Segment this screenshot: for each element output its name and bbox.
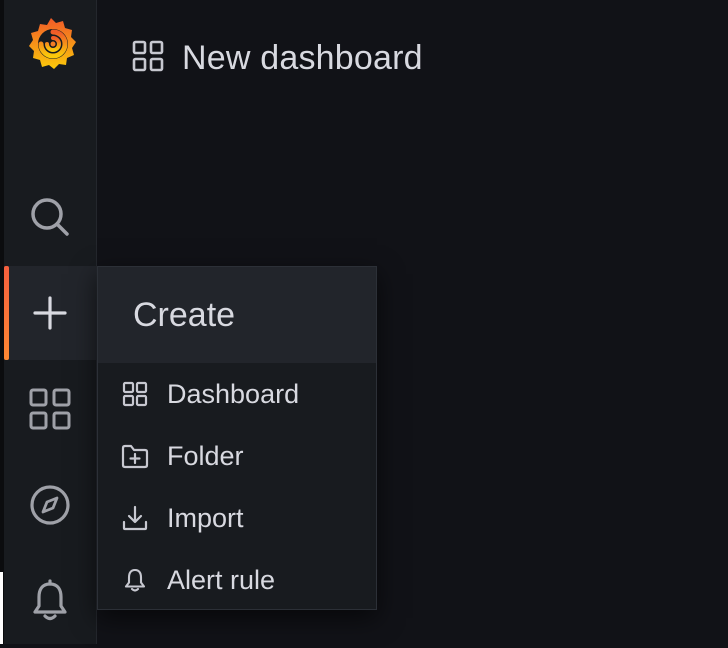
apps-icon bbox=[28, 387, 72, 431]
import-icon bbox=[121, 504, 149, 532]
create-menu-title[interactable]: Create bbox=[98, 267, 376, 363]
sidebar-item-alerting[interactable] bbox=[4, 554, 96, 648]
menu-item-import[interactable]: Import bbox=[98, 487, 376, 549]
menu-item-dashboard[interactable]: Dashboard bbox=[98, 363, 376, 425]
page-header: New dashboard bbox=[132, 38, 423, 78]
sidebar-item-explore[interactable] bbox=[4, 458, 96, 552]
sidebar bbox=[4, 0, 97, 644]
sidebar-item-search[interactable] bbox=[4, 170, 96, 264]
menu-item-label: Dashboard bbox=[167, 378, 300, 409]
page-title[interactable]: New dashboard bbox=[182, 39, 423, 78]
menu-item-label: Alert rule bbox=[167, 564, 276, 595]
bell-icon bbox=[121, 566, 149, 594]
folder-plus-icon bbox=[121, 442, 149, 470]
menu-item-alert-rule[interactable]: Alert rule bbox=[98, 549, 376, 611]
sidebar-item-create[interactable] bbox=[4, 266, 96, 360]
compass-icon bbox=[28, 483, 72, 527]
menu-item-folder[interactable]: Folder bbox=[98, 425, 376, 487]
apps-icon bbox=[121, 380, 149, 408]
grafana-logo[interactable] bbox=[23, 14, 79, 76]
menu-item-label: Folder bbox=[167, 440, 244, 471]
window-edge-highlight bbox=[0, 572, 3, 644]
plus-icon bbox=[32, 295, 68, 331]
bell-icon bbox=[30, 579, 70, 623]
create-menu-list: Dashboard Folder Import Alert rule bbox=[98, 363, 376, 611]
sidebar-item-dashboards[interactable] bbox=[4, 362, 96, 456]
menu-item-label: Import bbox=[167, 502, 244, 533]
search-icon bbox=[28, 195, 72, 239]
apps-icon bbox=[132, 40, 164, 77]
create-menu: Create Dashboard Folder Import Alert rul… bbox=[97, 266, 377, 610]
